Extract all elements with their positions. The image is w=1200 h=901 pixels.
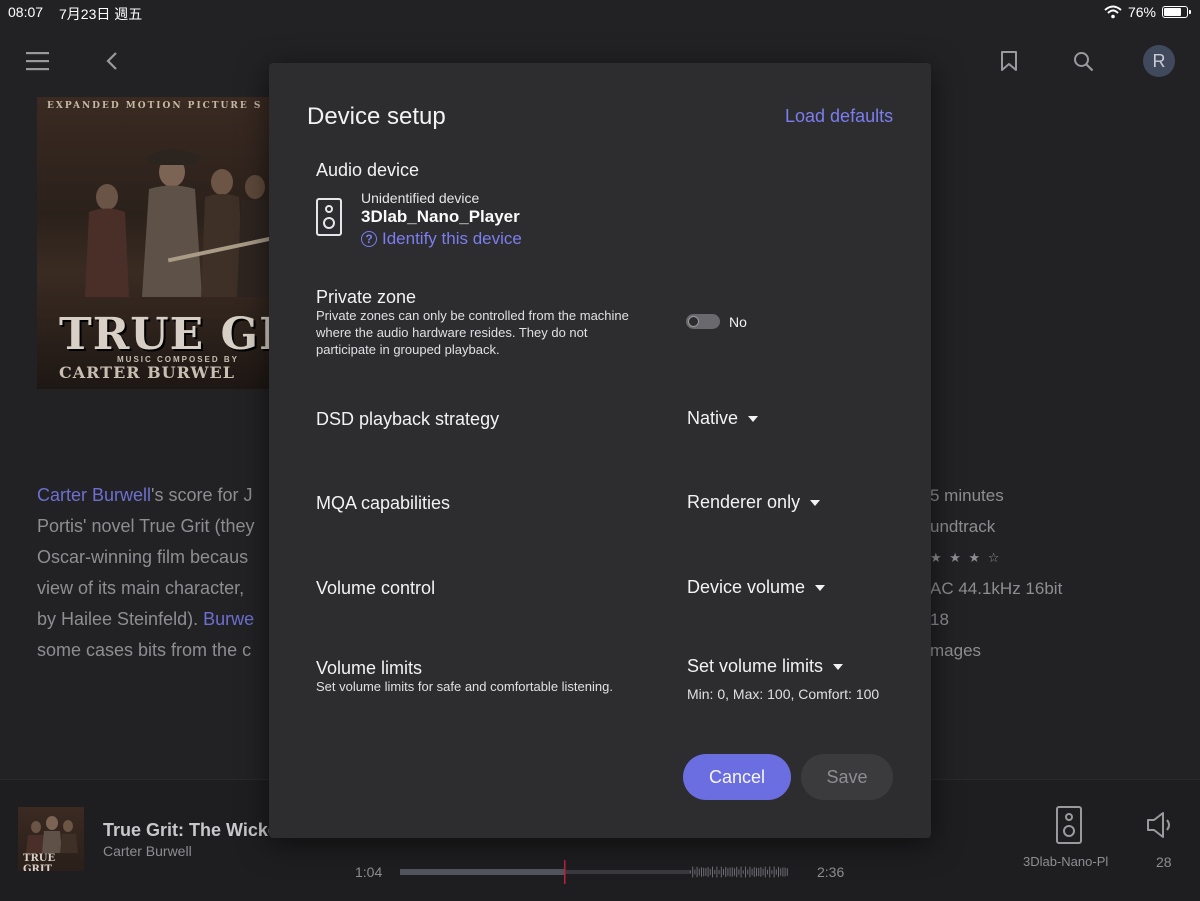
identify-device-link[interactable]: ? Identify this device — [361, 229, 522, 249]
back-chevron-icon[interactable] — [105, 51, 119, 71]
volume-control-label: Volume control — [316, 578, 436, 598]
private-zone-label: Private zone — [316, 287, 417, 307]
save-button[interactable]: Save — [801, 754, 893, 800]
mqa-capabilities-dropdown[interactable]: Renderer only — [687, 492, 821, 513]
load-defaults-link[interactable]: Load defaults — [785, 106, 893, 127]
search-icon[interactable] — [1073, 51, 1094, 72]
status-bar: 08:07 7月23日 週五 76% — [0, 0, 1200, 24]
cover-top-text: EXPANDED MOTION PICTURE S — [47, 101, 263, 111]
identify-device-label: Identify this device — [382, 229, 522, 248]
info-rating[interactable]: ★ ★ ★ ☆ — [930, 542, 1062, 573]
volume-limits-description: Set volume limits for safe and comfortab… — [316, 679, 613, 694]
private-zone-toggle-label: No — [729, 314, 747, 330]
info-duration: 5 minutes — [930, 486, 1004, 505]
description-line: Oscar-winning film becaus — [37, 547, 249, 567]
volume-limits-value: Set volume limits — [687, 656, 824, 676]
volume-level: 28 — [1156, 854, 1172, 870]
audio-device-label: Audio device — [316, 160, 420, 180]
battery-icon — [1162, 6, 1191, 18]
description-line: by Hailee Steinfeld). Burwe — [37, 609, 255, 629]
description-line: Portis' novel True Grit (they — [37, 516, 255, 536]
status-time: 08:07 — [8, 4, 44, 20]
current-time: 1:04 — [355, 864, 383, 880]
volume-limits-label: Volume limits — [316, 658, 423, 678]
album-info: 5 minutes undtrack ★ ★ ★ ☆ AC 44.1kHz 16… — [930, 480, 1062, 666]
status-date: 7月23日 週五 — [59, 6, 143, 22]
volume-limits-dropdown[interactable]: Set volume limits — [687, 656, 844, 677]
dsd-strategy-label: DSD playback strategy — [316, 409, 500, 429]
playhead[interactable] — [564, 860, 566, 884]
cover-title: TRUE GRI — [59, 309, 277, 360]
info-year: 18 — [930, 610, 949, 629]
description-line: some cases bits from the c — [37, 640, 252, 660]
cover-figures-image — [85, 149, 277, 297]
battery-percent: 76% — [1127, 4, 1156, 20]
help-icon: ? — [361, 231, 377, 247]
album-cover: EXPANDED MOTION PICTURE S TRUE GRI MUSIC… — [37, 97, 277, 389]
wifi-icon — [1104, 5, 1122, 19]
caret-down-icon — [748, 415, 759, 422]
waveform-seekbar[interactable] — [400, 860, 800, 884]
dialog-title: Device setup — [307, 103, 446, 130]
volume-icon[interactable] — [1146, 810, 1176, 840]
cover-composer: CARTER BURWEL — [59, 363, 235, 382]
artist-link[interactable]: Burwe — [203, 609, 254, 629]
dsd-strategy-dropdown[interactable]: Native — [687, 408, 759, 429]
dsd-strategy-value: Native — [687, 408, 739, 428]
avatar[interactable]: R — [1143, 45, 1175, 77]
now-playing-thumbnail[interactable]: TRUE GRIT — [18, 807, 84, 871]
private-zone-description: Private zones can only be controlled fro… — [316, 308, 629, 357]
caret-down-icon — [815, 584, 826, 591]
volume-limits-summary: Min: 0, Max: 100, Comfort: 100 — [687, 686, 880, 702]
volume-control-value: Device volume — [687, 577, 806, 597]
artist-link[interactable]: Carter Burwell — [37, 485, 151, 505]
album-description: Carter Burwell's score for J Portis' nov… — [37, 480, 255, 666]
device-status: Unidentified device — [361, 190, 480, 206]
speaker-icon — [316, 198, 342, 236]
description-line: view of its main character, — [37, 578, 245, 598]
info-images[interactable]: mages — [930, 635, 1062, 666]
volume-control-dropdown[interactable]: Device volume — [687, 577, 826, 598]
description-line: Carter Burwell's score for J — [37, 485, 253, 505]
now-playing-artist[interactable]: Carter Burwell — [103, 843, 192, 859]
now-playing-title[interactable]: True Grit: The Wicke — [103, 820, 278, 841]
device-name: 3Dlab_Nano_Player — [361, 207, 520, 226]
device-setup-dialog: Device setup Load defaults Audio device … — [269, 63, 931, 838]
mqa-capabilities-value: Renderer only — [687, 492, 801, 512]
info-format: AC 44.1kHz 16bit — [930, 579, 1063, 598]
private-zone-toggle[interactable] — [686, 314, 720, 329]
caret-down-icon — [833, 663, 844, 670]
mqa-capabilities-label: MQA capabilities — [316, 493, 451, 513]
caret-down-icon — [810, 499, 821, 506]
duration: 2:36 — [817, 864, 845, 880]
speaker-device-icon[interactable] — [1056, 806, 1082, 844]
bookmark-icon[interactable] — [1000, 51, 1018, 71]
info-genre: undtrack — [930, 517, 996, 536]
player-device-name[interactable]: 3Dlab-Nano-Pl — [1023, 854, 1113, 869]
menu-icon[interactable] — [26, 50, 49, 72]
status-right: 76% — [1104, 4, 1191, 20]
cancel-button[interactable]: Cancel — [683, 754, 791, 800]
